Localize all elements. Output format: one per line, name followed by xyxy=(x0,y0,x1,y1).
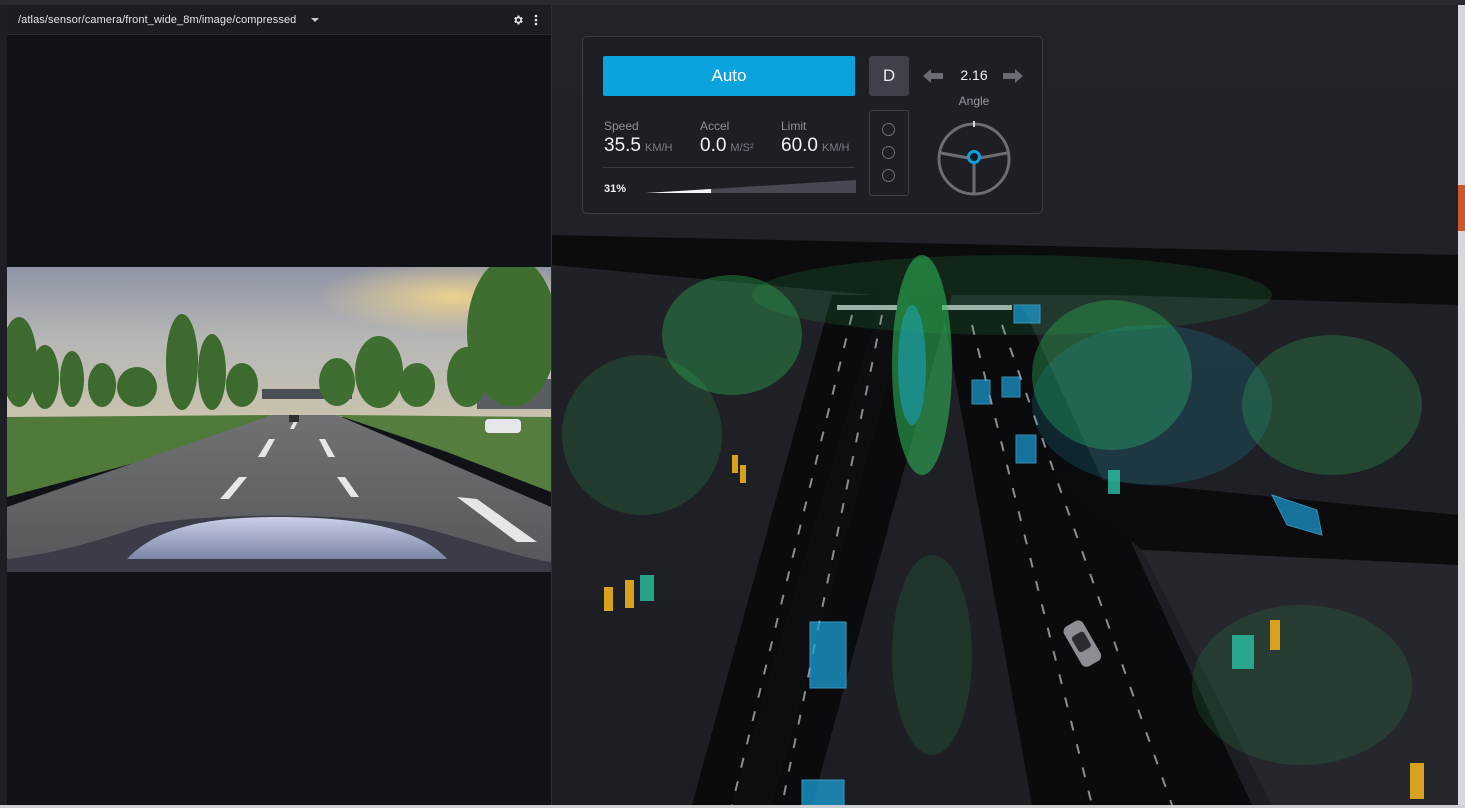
auto-mode-button[interactable]: Auto xyxy=(603,56,855,96)
speed-unit: KM/H xyxy=(644,142,673,154)
camera-image xyxy=(7,267,551,572)
arrow-right-icon[interactable] xyxy=(1003,67,1023,85)
throttle-bar xyxy=(646,180,856,193)
right-edge-accent xyxy=(1458,185,1465,231)
accel-readout: 0.0 M/S² xyxy=(700,135,754,157)
accel-value: 0.0 xyxy=(700,135,727,156)
speed-value: 35.5 xyxy=(604,135,641,156)
limit-value: 60.0 xyxy=(781,135,818,156)
chevron-down-icon[interactable] xyxy=(308,13,322,27)
gear-icon[interactable] xyxy=(509,11,527,29)
camera-panel: /atlas/sensor/camera/front_wide_8m/image… xyxy=(7,5,552,805)
traffic-light-indicator xyxy=(869,110,909,196)
steering-angle-value: 2.16 xyxy=(960,67,988,83)
topic-title[interactable]: /atlas/sensor/camera/front_wide_8m/image… xyxy=(18,14,296,26)
app-window: /atlas/sensor/camera/front_wide_8m/image… xyxy=(0,0,1465,808)
accel-unit: M/S² xyxy=(730,142,754,154)
left-edge-strip xyxy=(0,5,7,808)
limit-unit: KM/H xyxy=(821,142,850,154)
throttle-bar-fill xyxy=(646,188,712,193)
traffic-light-1 xyxy=(882,123,895,136)
limit-label: Limit xyxy=(781,119,807,133)
vehicle-status-hud: Auto D 2.16 Angle Speed 35.5 KM/H Accel 0… xyxy=(582,36,1043,214)
traffic-light-2 xyxy=(882,146,895,159)
arrow-left-icon[interactable] xyxy=(923,67,943,85)
divider xyxy=(603,167,855,168)
more-vertical-icon[interactable] xyxy=(527,11,545,29)
speed-label: Speed xyxy=(604,119,639,133)
traffic-light-3 xyxy=(882,169,895,182)
accel-label: Accel xyxy=(700,119,730,133)
gear-indicator: D xyxy=(869,56,909,96)
throttle-percent: 31% xyxy=(604,183,627,195)
limit-readout: 60.0 KM/H xyxy=(781,135,849,157)
panel-header: /atlas/sensor/camera/front_wide_8m/image… xyxy=(7,5,551,35)
right-scrollbar-track[interactable] xyxy=(1458,5,1465,808)
speed-readout: 35.5 KM/H xyxy=(604,135,672,157)
steering-angle-label: Angle xyxy=(958,94,990,108)
steering-wheel-icon xyxy=(937,121,1011,196)
